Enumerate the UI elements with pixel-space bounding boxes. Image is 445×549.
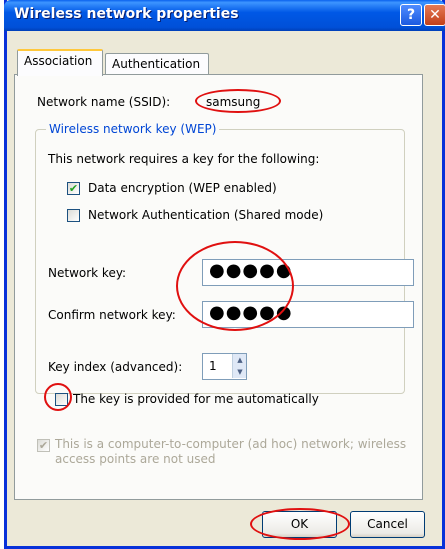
network-key-label: Network key: (48, 266, 127, 280)
data-encryption-label: Data encryption (WEP enabled) (88, 181, 277, 195)
auto-key-label: The key is provided for me automatically (73, 392, 319, 406)
spin-down-icon[interactable]: ▼ (233, 366, 247, 378)
adhoc-label-line2: access points are not used (55, 452, 216, 466)
confirm-key-label: Confirm network key: (48, 308, 176, 322)
adhoc-label-line1: This is a computer-to-computer (ad hoc) … (55, 437, 407, 451)
tab-association[interactable]: Association (17, 49, 103, 76)
window-title: Wireless network properties (14, 6, 239, 22)
ok-button[interactable]: OK (262, 511, 337, 538)
confirm-key-field[interactable]: ●●●●● (202, 301, 414, 328)
key-index-value: 1 (209, 359, 217, 373)
network-auth-checkbox[interactable] (67, 209, 80, 222)
wep-group-title: Wireless network key (WEP) (46, 122, 220, 136)
data-encryption-checkbox[interactable]: ✔ (67, 182, 80, 195)
help-button[interactable]: ? (400, 4, 422, 26)
network-auth-label: Network Authentication (Shared mode) (88, 208, 324, 222)
association-panel: Network name (SSID): samsung Wireless ne… (14, 74, 423, 500)
key-index-spinner[interactable]: ▲ ▼ (232, 354, 246, 378)
ssid-value: samsung (206, 95, 261, 109)
adhoc-checkbox: ✔ (37, 439, 50, 452)
network-key-field[interactable]: ●●●●● (202, 259, 414, 286)
requires-text: This network requires a key for the foll… (48, 152, 320, 166)
key-index-label: Key index (advanced): (48, 360, 183, 374)
ssid-label: Network name (SSID): (37, 95, 171, 109)
spin-up-icon[interactable]: ▲ (233, 354, 247, 366)
ssid-field[interactable]: samsung (199, 89, 401, 116)
auto-key-checkbox[interactable] (55, 393, 68, 406)
wep-key-group: Wireless network key (WEP) This network … (35, 122, 414, 394)
key-index-field[interactable]: 1 ▲ ▼ (202, 353, 247, 380)
cancel-button[interactable]: Cancel (350, 511, 425, 538)
close-button[interactable]: ✕ (424, 4, 445, 26)
title-bar[interactable]: Wireless network properties ? ✕ (4, 0, 445, 31)
network-key-value: ●●●●● (209, 260, 293, 281)
tab-authentication[interactable]: Authentication (105, 53, 209, 75)
confirm-key-value: ●●●●● (209, 302, 293, 323)
